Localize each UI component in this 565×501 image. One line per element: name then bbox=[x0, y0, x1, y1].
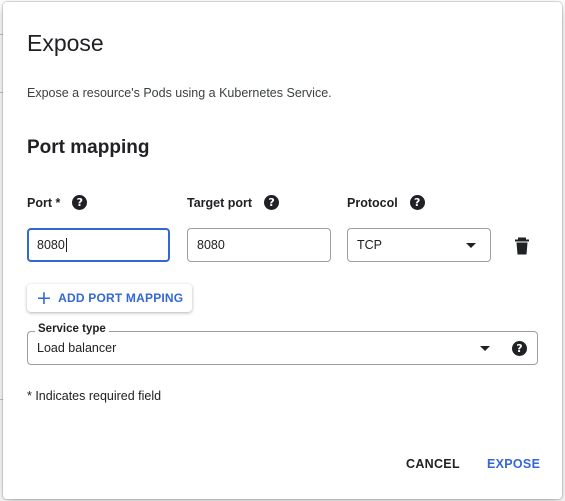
port-input-value: 8080 bbox=[37, 238, 65, 252]
help-icon[interactable]: ? bbox=[72, 195, 88, 210]
protocol-select[interactable]: TCP bbox=[347, 228, 491, 262]
protocol-column-label: Protocol ? bbox=[347, 195, 425, 210]
help-icon[interactable]: ? bbox=[264, 195, 280, 210]
dropdown-arrow-icon bbox=[466, 243, 476, 248]
cancel-button[interactable]: CANCEL bbox=[406, 457, 460, 471]
port-input[interactable]: 8080 bbox=[27, 228, 170, 262]
target-port-label-text: Target port bbox=[187, 195, 253, 210]
target-port-input-value: 8080 bbox=[197, 238, 225, 252]
trash-icon[interactable] bbox=[514, 237, 530, 255]
plus-icon: + bbox=[36, 286, 53, 309]
port-label-text: Port * bbox=[27, 195, 61, 210]
dropdown-arrow-icon bbox=[480, 346, 490, 351]
target-port-column-label: Target port ? bbox=[187, 195, 280, 210]
required-field-note: * Indicates required field bbox=[27, 389, 162, 403]
help-icon[interactable]: ? bbox=[512, 341, 527, 356]
add-port-mapping-label: ADD PORT MAPPING bbox=[58, 291, 184, 305]
service-type-select[interactable]: Service type Load balancer ? bbox=[27, 323, 538, 365]
add-port-mapping-button[interactable]: + ADD PORT MAPPING bbox=[27, 284, 193, 312]
protocol-label-text: Protocol bbox=[347, 195, 398, 210]
port-mapping-title: Port mapping bbox=[27, 137, 150, 158]
target-port-input[interactable]: 8080 bbox=[187, 228, 331, 262]
text-cursor bbox=[65, 238, 67, 252]
port-column-label: Port * ? bbox=[27, 195, 88, 210]
expose-dialog: Expose Expose a resource's Pods using a … bbox=[3, 2, 562, 499]
dialog-title: Expose bbox=[27, 30, 104, 56]
protocol-select-value: TCP bbox=[357, 238, 382, 252]
service-type-label: Service type bbox=[35, 323, 109, 335]
service-type-value: Load balancer bbox=[37, 341, 117, 355]
help-icon[interactable]: ? bbox=[409, 195, 425, 210]
expose-button[interactable]: EXPOSE bbox=[487, 457, 540, 471]
dialog-subtitle: Expose a resource's Pods using a Kuberne… bbox=[27, 86, 332, 100]
